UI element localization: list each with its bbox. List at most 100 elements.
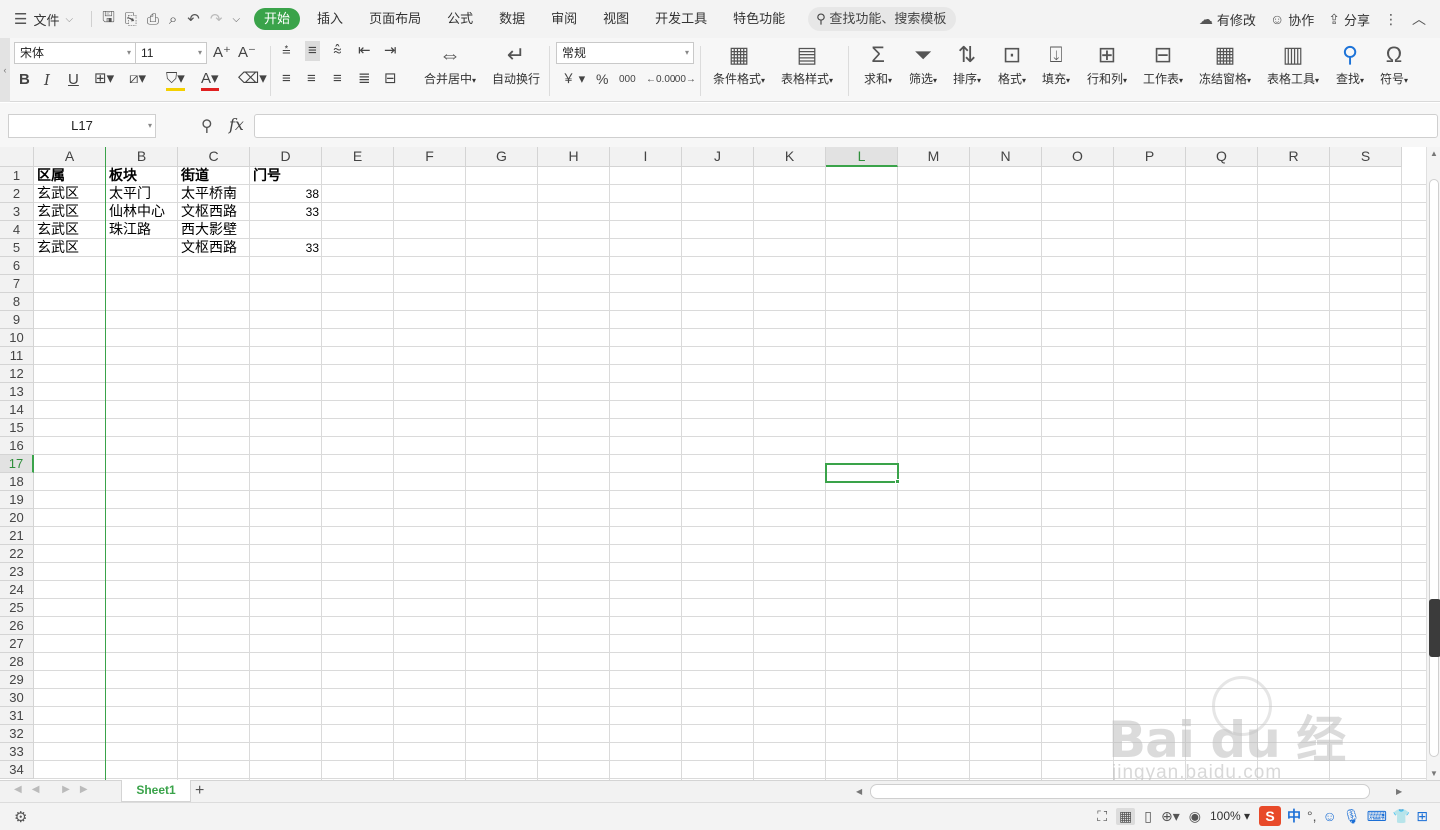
freeze-panes-button[interactable]: ▦ 冻结窗格▾ bbox=[1194, 40, 1256, 87]
scroll-left-icon[interactable]: ◀ bbox=[856, 784, 862, 799]
undo-icon[interactable]: ↶ bbox=[187, 10, 200, 28]
conditional-format-button[interactable]: ▦ 条件格式▾ bbox=[707, 40, 771, 87]
row-header-28[interactable]: 28 bbox=[0, 653, 34, 671]
column-header-s[interactable]: S bbox=[1330, 147, 1402, 167]
insert-function-icon[interactable]: fx bbox=[229, 115, 244, 134]
wrap-text-button[interactable]: ↵ 自动换行 bbox=[488, 40, 544, 87]
side-panel-toggle[interactable] bbox=[1429, 599, 1440, 657]
cell-c1[interactable]: 街道 bbox=[178, 167, 250, 185]
decrease-decimal-button[interactable]: .00→ bbox=[672, 70, 696, 90]
percent-format-button[interactable]: % bbox=[596, 69, 608, 89]
underline-icon[interactable]: U bbox=[68, 70, 79, 90]
collapse-ribbon-icon[interactable]: ︿ bbox=[1412, 9, 1426, 29]
font-size-select[interactable]: 11 ▾ bbox=[135, 42, 207, 64]
column-header-h[interactable]: H bbox=[538, 147, 610, 167]
cell-d2[interactable]: 38 bbox=[250, 185, 322, 203]
row-header-16[interactable]: 16 bbox=[0, 437, 34, 455]
scroll-right-icon[interactable]: ▶ bbox=[1396, 784, 1402, 799]
cell-a3[interactable]: 玄武区 bbox=[34, 203, 106, 221]
column-header-d[interactable]: D bbox=[250, 147, 322, 167]
share-button[interactable]: ⇪ 分享 bbox=[1328, 10, 1370, 29]
row-header-3[interactable]: 3 bbox=[0, 203, 34, 221]
export-icon[interactable]: ⎘ bbox=[125, 11, 137, 28]
column-header-q[interactable]: Q bbox=[1186, 147, 1258, 167]
row-header-30[interactable]: 30 bbox=[0, 689, 34, 707]
currency-format-button[interactable]: ￥ ▾ bbox=[562, 69, 585, 89]
column-header-p[interactable]: P bbox=[1114, 147, 1186, 167]
increase-font-size-icon[interactable]: A⁺ bbox=[213, 43, 231, 63]
select-all-corner[interactable] bbox=[0, 147, 34, 167]
filter-button[interactable]: ⏷ 筛选▾ bbox=[903, 40, 943, 87]
ribbon-scroll-left-icon[interactable]: ‹ bbox=[0, 38, 10, 102]
fill-handle[interactable] bbox=[895, 479, 900, 484]
sheet-navigation-icon[interactable]: ◀◀ ▶▶ bbox=[14, 784, 98, 795]
row-header-6[interactable]: 6 bbox=[0, 257, 34, 275]
borders-icon[interactable]: ⊞▾ bbox=[94, 69, 114, 89]
decrease-indent-icon[interactable]: ⇤ bbox=[358, 41, 371, 61]
format-button[interactable]: ⊡ 格式▾ bbox=[992, 40, 1032, 87]
font-color-icon[interactable]: A▾ bbox=[201, 69, 219, 91]
column-header-o[interactable]: O bbox=[1042, 147, 1114, 167]
file-menu[interactable]: ☰ 文件 ⌵ bbox=[14, 10, 73, 29]
column-header-k[interactable]: K bbox=[754, 147, 826, 167]
row-header-25[interactable]: 25 bbox=[0, 599, 34, 617]
font-name-select[interactable]: 宋体 ▾ bbox=[14, 42, 136, 64]
column-header-f[interactable]: F bbox=[394, 147, 466, 167]
tab-insert[interactable]: 插入 bbox=[304, 8, 356, 30]
cell-b1[interactable]: 板块 bbox=[106, 167, 178, 185]
save-icon[interactable]: 🖫 bbox=[102, 7, 115, 32]
tab-view[interactable]: 视图 bbox=[590, 8, 642, 30]
cell-a2[interactable]: 玄武区 bbox=[34, 185, 106, 203]
redo-icon[interactable]: ↷ bbox=[210, 10, 223, 28]
cell-d3[interactable]: 33 bbox=[250, 203, 322, 221]
column-header-g[interactable]: G bbox=[466, 147, 538, 167]
customize-toolbar-icon[interactable]: ⌵ bbox=[232, 14, 240, 25]
row-header-31[interactable]: 31 bbox=[0, 707, 34, 725]
row-header-23[interactable]: 23 bbox=[0, 563, 34, 581]
row-header-24[interactable]: 24 bbox=[0, 581, 34, 599]
print-preview-icon[interactable]: ⌕ bbox=[169, 11, 177, 28]
column-header-j[interactable]: J bbox=[682, 147, 754, 167]
row-header-34[interactable]: 34 bbox=[0, 761, 34, 779]
cell-style-icon[interactable]: ⧄▾ bbox=[129, 69, 146, 89]
cell-a5[interactable]: 玄武区 bbox=[34, 239, 106, 257]
tab-formulas[interactable]: 公式 bbox=[434, 8, 486, 30]
row-header-17[interactable]: 17 bbox=[0, 455, 34, 473]
vertical-scroll-thumb[interactable] bbox=[1429, 179, 1439, 757]
row-header-9[interactable]: 9 bbox=[0, 311, 34, 329]
italic-icon[interactable]: I bbox=[44, 70, 50, 90]
row-header-4[interactable]: 4 bbox=[0, 221, 34, 239]
tab-data[interactable]: 数据 bbox=[486, 8, 538, 30]
align-top-icon[interactable]: ⩮ bbox=[282, 41, 291, 61]
table-style-button[interactable]: ▤ 表格样式▾ bbox=[775, 40, 839, 87]
cell-b3[interactable]: 仙林中心 bbox=[106, 203, 178, 221]
eye-protection-icon[interactable]: ◉ bbox=[1189, 808, 1201, 825]
tab-review[interactable]: 审阅 bbox=[538, 8, 590, 30]
macro-status-icon[interactable]: ⚙ bbox=[14, 808, 27, 826]
sum-button[interactable]: Σ 求和▾ bbox=[858, 40, 898, 87]
horizontal-scrollbar[interactable]: ◀ ▶ bbox=[850, 784, 1410, 799]
row-header-19[interactable]: 19 bbox=[0, 491, 34, 509]
print-icon[interactable]: ⎙ bbox=[147, 11, 159, 28]
row-header-11[interactable]: 11 bbox=[0, 347, 34, 365]
row-header-33[interactable]: 33 bbox=[0, 743, 34, 761]
symbol-button[interactable]: Ω 符号▾ bbox=[1374, 40, 1414, 87]
changes-button[interactable]: ☁ 有修改 bbox=[1199, 10, 1256, 29]
more-options-icon[interactable]: ⋮ bbox=[1384, 11, 1398, 28]
column-header-i[interactable]: I bbox=[610, 147, 682, 167]
increase-indent-icon[interactable]: ⇥ bbox=[384, 41, 397, 61]
name-box[interactable]: L17 ▾ bbox=[8, 114, 156, 138]
column-header-n[interactable]: N bbox=[970, 147, 1042, 167]
column-header-b[interactable]: B bbox=[106, 147, 178, 167]
scroll-up-icon[interactable]: ▲ bbox=[1427, 149, 1440, 158]
align-center-icon[interactable]: ≡ bbox=[307, 69, 316, 89]
fill-color-icon[interactable]: ⛉▾ bbox=[166, 69, 185, 91]
merge-center-button[interactable]: ⇔ 合并居中▾ bbox=[418, 40, 482, 87]
cell-c4[interactable]: 西大影壁 bbox=[178, 221, 250, 239]
cell-d1[interactable]: 门号 bbox=[250, 167, 322, 185]
cell-c5[interactable]: 文枢西路 bbox=[178, 239, 250, 257]
thousands-separator-button[interactable]: 000 bbox=[619, 70, 636, 90]
input-method-bar[interactable]: S 中 °, ☺ 🎙 ⌨ 👕 ⊞ bbox=[1259, 806, 1428, 826]
row-header-2[interactable]: 2 bbox=[0, 185, 34, 203]
row-header-18[interactable]: 18 bbox=[0, 473, 34, 491]
